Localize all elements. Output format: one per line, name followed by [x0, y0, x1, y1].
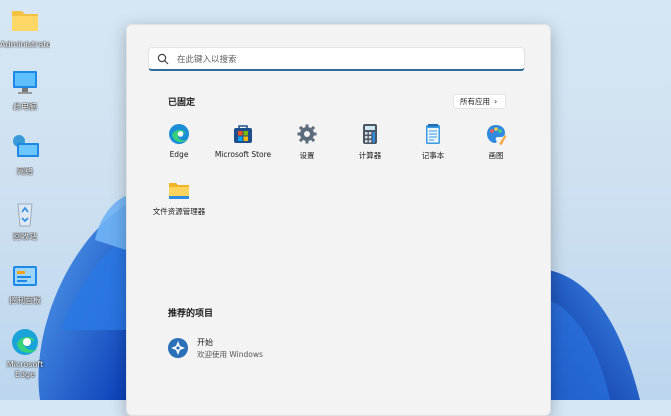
chevron-right-icon: ›	[494, 97, 498, 106]
desktop-icon-label: 回收站	[13, 232, 37, 241]
desktop-icon-edge[interactable]: Microsoft Edge	[0, 326, 50, 380]
pinned-app-label: 计算器	[358, 151, 382, 160]
desktop-icon-network[interactable]: 网络	[0, 133, 50, 177]
desktop-icon-label: 网络	[17, 167, 33, 176]
desktop-icon-label: Microsoft	[6, 360, 44, 369]
desktop-icon-control-panel[interactable]: 控制面板	[0, 262, 50, 306]
pinned-app-label: 画图	[488, 151, 504, 160]
desktop-icon-recycle-bin[interactable]: 回收站	[0, 198, 50, 242]
pinned-app-label: 文件资源管理器	[152, 207, 206, 216]
network-icon	[9, 133, 41, 165]
recycle-bin-icon	[9, 198, 41, 230]
pinned-app-microsoft-store[interactable]: Microsoft Store	[208, 123, 278, 159]
search-icon	[157, 53, 169, 65]
desktop-icon-label-line2: Edge	[14, 370, 36, 379]
pinned-app-label: Edge	[169, 150, 189, 159]
pinned-section-title: 已固定	[168, 98, 196, 108]
pinned-app-notepad[interactable]: 记事本	[398, 123, 468, 161]
search-box[interactable]	[148, 47, 525, 71]
edge-icon	[168, 123, 190, 145]
get-started-icon	[167, 337, 189, 359]
paint-icon	[485, 123, 507, 145]
calculator-icon	[359, 123, 381, 145]
gear-icon	[296, 123, 318, 145]
edge-icon	[9, 326, 41, 358]
recommended-item-subtitle: 欢迎使用 Windows	[197, 350, 263, 359]
store-icon	[232, 123, 254, 145]
desktop-icon-label: 控制面板	[9, 296, 41, 305]
desktop-icon-administrator[interactable]: Administrato	[0, 6, 50, 50]
folder-icon	[9, 6, 41, 38]
file-explorer-icon	[168, 179, 190, 201]
start-menu: 已固定 所有应用 › Edge Microsoft Store 设置 计算器 记事…	[126, 24, 551, 416]
pinned-app-label: Microsoft Store	[214, 150, 272, 159]
pinned-app-edge[interactable]: Edge	[144, 123, 214, 159]
desktop-icon-this-pc[interactable]: 此电脑	[0, 68, 50, 112]
desktop-icon-label: Administrato	[0, 40, 50, 49]
pinned-app-file-explorer[interactable]: 文件资源管理器	[144, 179, 214, 217]
all-apps-label: 所有应用	[460, 97, 490, 106]
all-apps-button[interactable]: 所有应用 ›	[453, 94, 507, 109]
recommended-section-title: 推荐的项目	[168, 309, 214, 319]
pinned-app-paint[interactable]: 画图	[461, 123, 531, 161]
desktop-icon-label: 此电脑	[13, 102, 37, 111]
search-input[interactable]	[175, 50, 509, 70]
pinned-app-calculator[interactable]: 计算器	[335, 123, 405, 161]
computer-icon	[9, 68, 41, 100]
notepad-icon	[422, 123, 444, 145]
recommended-item-get-started[interactable]: 开始 欢迎使用 Windows	[167, 335, 367, 361]
recommended-item-title: 开始	[197, 338, 213, 347]
pinned-app-settings[interactable]: 设置	[272, 123, 342, 161]
pinned-app-label: 记事本	[421, 151, 445, 160]
pinned-app-label: 设置	[299, 151, 315, 160]
control-panel-icon	[9, 262, 41, 294]
